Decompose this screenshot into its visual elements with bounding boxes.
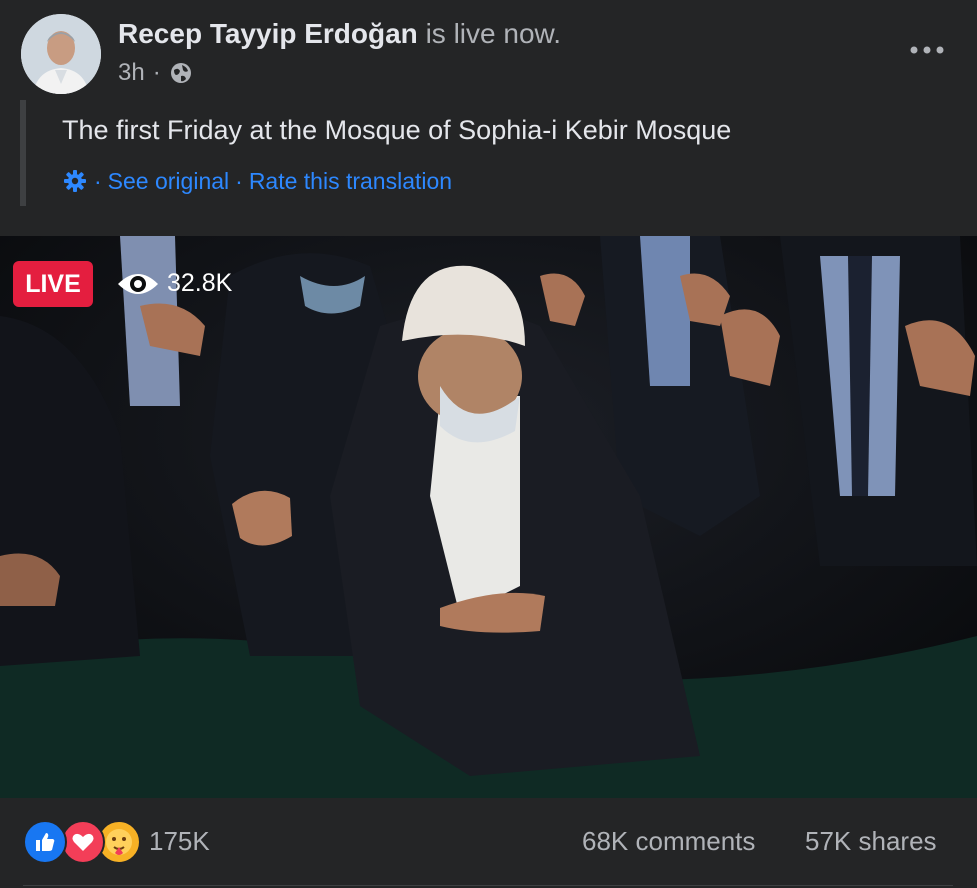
translation-links: · See original · Rate this translation <box>62 166 452 196</box>
more-icon <box>910 46 944 54</box>
eye-icon <box>117 270 159 298</box>
reaction-icons[interactable] <box>23 820 141 864</box>
link-separator: · <box>94 168 102 194</box>
love-icon <box>61 820 105 864</box>
reaction-count[interactable]: 175K <box>149 826 210 857</box>
post-meta: 3h · <box>118 58 193 88</box>
shares-count[interactable]: 57K shares <box>805 826 937 857</box>
more-options-button[interactable] <box>907 35 947 65</box>
viewer-count: 32.8K <box>117 269 232 298</box>
translated-post-block: The first Friday at the Mosque of Sophia… <box>20 100 956 206</box>
video-frame <box>0 236 977 798</box>
viewer-count-value: 32.8K <box>167 269 233 297</box>
engagement-bar: 175K 68K comments 57K shares <box>0 798 977 888</box>
post-text: The first Friday at the Mosque of Sophia… <box>62 115 732 145</box>
meta-separator: · <box>152 59 161 86</box>
post-header: Recep Tayyip Erdoğan is live now. 3h · <box>0 0 977 100</box>
see-original-link[interactable]: See original <box>108 166 229 196</box>
comments-count[interactable]: 68K comments <box>582 826 755 857</box>
globe-icon <box>169 61 193 85</box>
author-name[interactable]: Recep Tayyip Erdoğan <box>118 18 418 49</box>
like-icon <box>23 820 67 864</box>
live-video-player[interactable]: LIVE 32.8K <box>0 236 977 798</box>
live-status-text: is live now. <box>417 18 561 49</box>
author-line: Recep Tayyip Erdoğan is live now. <box>118 17 561 51</box>
link-separator: · <box>235 168 243 194</box>
avatar[interactable] <box>21 14 101 94</box>
divider <box>23 885 953 886</box>
rate-translation-link[interactable]: Rate this translation <box>249 166 452 196</box>
live-badge: LIVE <box>13 261 93 307</box>
gear-icon[interactable] <box>62 168 88 194</box>
avatar-image <box>21 14 101 94</box>
post-time[interactable]: 3h <box>118 58 145 88</box>
